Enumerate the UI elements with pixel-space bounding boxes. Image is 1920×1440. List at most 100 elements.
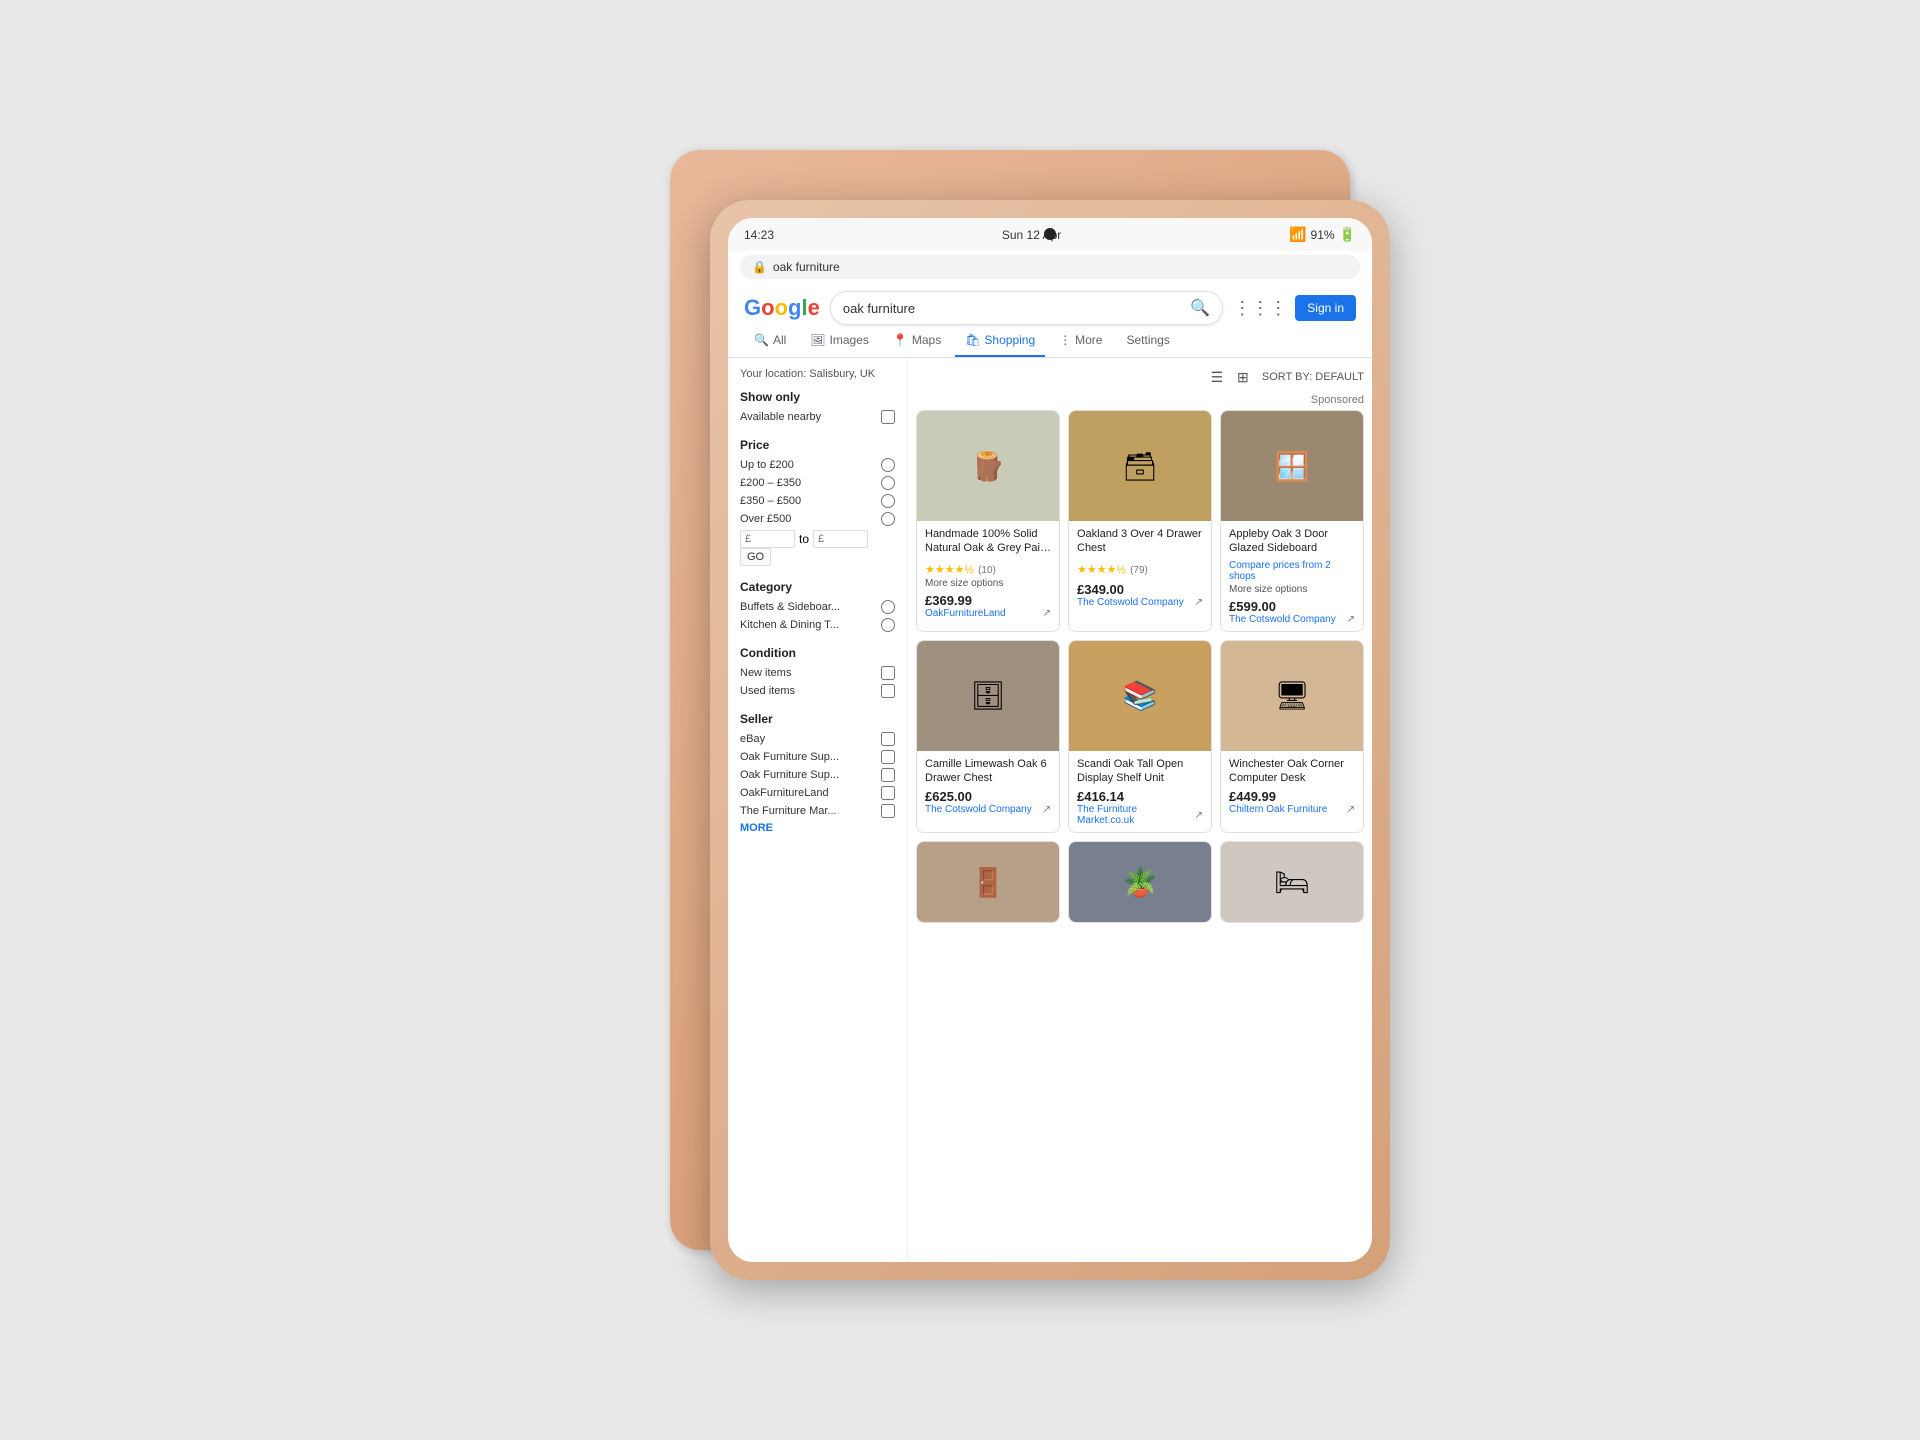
price-label-2: £350 – £500 — [740, 495, 801, 507]
sign-in-button[interactable]: Sign in — [1295, 295, 1356, 321]
price-radio-3[interactable] — [881, 512, 895, 526]
tab-all[interactable]: 🔍 All — [744, 325, 796, 357]
condition-new-checkbox[interactable] — [881, 666, 895, 680]
search-input[interactable] — [843, 301, 1191, 316]
product-image-3: 🪟 — [1221, 411, 1363, 521]
tab-settings[interactable]: Settings — [1116, 325, 1179, 357]
product-card-7[interactable]: 🚪 — [916, 841, 1060, 923]
seller-name-4: The Cotswold Company — [925, 804, 1032, 815]
product-name-4: Camille Limewash Oak 6 Drawer Chest — [925, 757, 1051, 786]
price-from-input[interactable] — [740, 530, 795, 548]
product-card-1[interactable]: 🪵 Handmade 100% Solid Natural Oak & Grey… — [916, 410, 1060, 632]
product-price-2: £349.00 — [1077, 582, 1203, 597]
external-link-icon-4: ↗ — [1043, 804, 1051, 815]
price-radio-0[interactable] — [881, 458, 895, 472]
sort-label[interactable]: SORT BY: DEFAULT — [1262, 371, 1364, 383]
category-radio-0[interactable] — [881, 600, 895, 614]
product-info-6: Winchester Oak Corner Computer Desk £449… — [1221, 751, 1363, 822]
tab-all-label: All — [773, 333, 786, 347]
product-card-8[interactable]: 🪴 — [1068, 841, 1212, 923]
seller-oak1[interactable]: Oak Furniture Sup... — [740, 750, 895, 764]
sidebar: Your location: Salisbury, UK Show only A… — [728, 358, 908, 1262]
condition-used[interactable]: Used items — [740, 684, 895, 698]
seller-oakland-checkbox[interactable] — [881, 786, 895, 800]
search-button[interactable]: 🔍 — [1190, 298, 1210, 318]
location-text: Your location: Salisbury, UK — [740, 368, 895, 380]
search-bar[interactable]: 🔍 — [830, 291, 1223, 325]
product-seller-4[interactable]: The Cotswold Company ↗ — [925, 804, 1051, 815]
grid-view-icon[interactable]: ⊞ — [1232, 366, 1254, 388]
condition-new[interactable]: New items — [740, 666, 895, 680]
product-card-3[interactable]: 🪟 Appleby Oak 3 Door Glazed Sideboard Co… — [1220, 410, 1364, 632]
product-card-4[interactable]: 🗄 Camille Limewash Oak 6 Drawer Chest £6… — [916, 640, 1060, 834]
available-nearby-item[interactable]: Available nearby — [740, 410, 895, 424]
seller-furniture[interactable]: The Furniture Mar... — [740, 804, 895, 818]
product-image-5: 📚 — [1069, 641, 1211, 751]
condition-used-label: Used items — [740, 685, 795, 697]
product-stars-2: ★★★★½ — [1077, 564, 1126, 576]
time-display: 14:23 — [744, 228, 774, 242]
device-wrapper: 14:23 Sun 12 Apr 📶 91% 🔋 🔒 oak furniture… — [510, 120, 1410, 1320]
category-radio-1[interactable] — [881, 618, 895, 632]
main-content: Your location: Salisbury, UK Show only A… — [728, 358, 1372, 1262]
product-info-2: Oakland 3 Over 4 Drawer Chest ★★★★½ (79)… — [1069, 521, 1211, 614]
product-seller-6[interactable]: Chiltern Oak Furniture ↗ — [1229, 804, 1355, 815]
product-name-2: Oakland 3 Over 4 Drawer Chest — [1077, 527, 1203, 556]
tab-maps[interactable]: 📍 Maps — [883, 325, 951, 357]
seller-oak2-checkbox[interactable] — [881, 768, 895, 782]
seller-title: Seller — [740, 712, 895, 726]
product-more-1: More size options — [925, 578, 1051, 589]
seller-ebay[interactable]: eBay — [740, 732, 895, 746]
list-view-icon[interactable]: ☰ — [1206, 366, 1228, 388]
google-apps-icon[interactable]: ⋮⋮⋮ — [1233, 298, 1287, 319]
price-section: Price Up to £200 £200 – £350 £350 – £500 — [740, 438, 895, 566]
category-option-1[interactable]: Kitchen & Dining T... — [740, 618, 895, 632]
url-bar[interactable]: 🔒 oak furniture — [740, 255, 1360, 279]
product-seller-1[interactable]: OakFurnitureLand ↗ — [925, 608, 1051, 619]
price-option-1[interactable]: £200 – £350 — [740, 476, 895, 490]
tab-shopping[interactable]: 🛍 Shopping — [955, 325, 1045, 357]
price-to-input[interactable] — [813, 530, 868, 548]
product-stars-1: ★★★★½ — [925, 564, 974, 576]
tab-images[interactable]: 🖼 Images — [800, 325, 879, 357]
price-option-2[interactable]: £350 – £500 — [740, 494, 895, 508]
seller-furniture-checkbox[interactable] — [881, 804, 895, 818]
product-price-5: £416.14 — [1077, 789, 1203, 804]
seller-oak2[interactable]: Oak Furniture Sup... — [740, 768, 895, 782]
price-to-label: to — [799, 532, 809, 546]
product-card-5[interactable]: 📚 Scandi Oak Tall Open Display Shelf Uni… — [1068, 640, 1212, 834]
product-card-2[interactable]: 🗃 Oakland 3 Over 4 Drawer Chest ★★★★½ (7… — [1068, 410, 1212, 632]
price-radio-2[interactable] — [881, 494, 895, 508]
price-radio-1[interactable] — [881, 476, 895, 490]
google-header: Google 🔍 ⋮⋮⋮ Sign in — [728, 283, 1372, 325]
shopping-icon: 🛍 — [965, 333, 980, 347]
price-option-0[interactable]: Up to £200 — [740, 458, 895, 472]
product-card-6[interactable]: 🖥 Winchester Oak Corner Computer Desk £4… — [1220, 640, 1364, 834]
seller-oak1-checkbox[interactable] — [881, 750, 895, 764]
available-nearby-label: Available nearby — [740, 411, 821, 423]
seller-furniture-label: The Furniture Mar... — [740, 805, 837, 817]
product-seller-5[interactable]: The Furniture Market.co.uk ↗ — [1077, 804, 1203, 826]
product-name-6: Winchester Oak Corner Computer Desk — [1229, 757, 1355, 786]
product-seller-2[interactable]: The Cotswold Company ↗ — [1077, 597, 1203, 608]
price-go-button[interactable]: GO — [740, 548, 771, 566]
seller-name-2: The Cotswold Company — [1077, 597, 1184, 608]
available-nearby-checkbox[interactable] — [881, 410, 895, 424]
condition-used-checkbox[interactable] — [881, 684, 895, 698]
tab-settings-label: Settings — [1126, 333, 1169, 347]
product-seller-3[interactable]: The Cotswold Company ↗ — [1229, 614, 1355, 625]
device-frame: 14:23 Sun 12 Apr 📶 91% 🔋 🔒 oak furniture… — [710, 200, 1390, 1280]
tab-more[interactable]: ⋮ More — [1049, 325, 1112, 357]
price-option-3[interactable]: Over £500 — [740, 512, 895, 526]
tab-images-label: Images — [830, 333, 869, 347]
category-title: Category — [740, 580, 895, 594]
product-info-1: Handmade 100% Solid Natural Oak & Grey P… — [917, 521, 1059, 625]
status-right: 📶 91% 🔋 — [1289, 226, 1356, 243]
category-option-0[interactable]: Buffets & Sideboar... — [740, 600, 895, 614]
seller-more-link[interactable]: MORE — [740, 822, 895, 834]
seller-ebay-checkbox[interactable] — [881, 732, 895, 746]
product-more-3: More size options — [1229, 584, 1355, 595]
product-card-9[interactable]: 🛏 — [1220, 841, 1364, 923]
compare-prices-link-3[interactable]: Compare prices from 2 shops — [1229, 560, 1355, 582]
seller-oakland[interactable]: OakFurnitureLand — [740, 786, 895, 800]
